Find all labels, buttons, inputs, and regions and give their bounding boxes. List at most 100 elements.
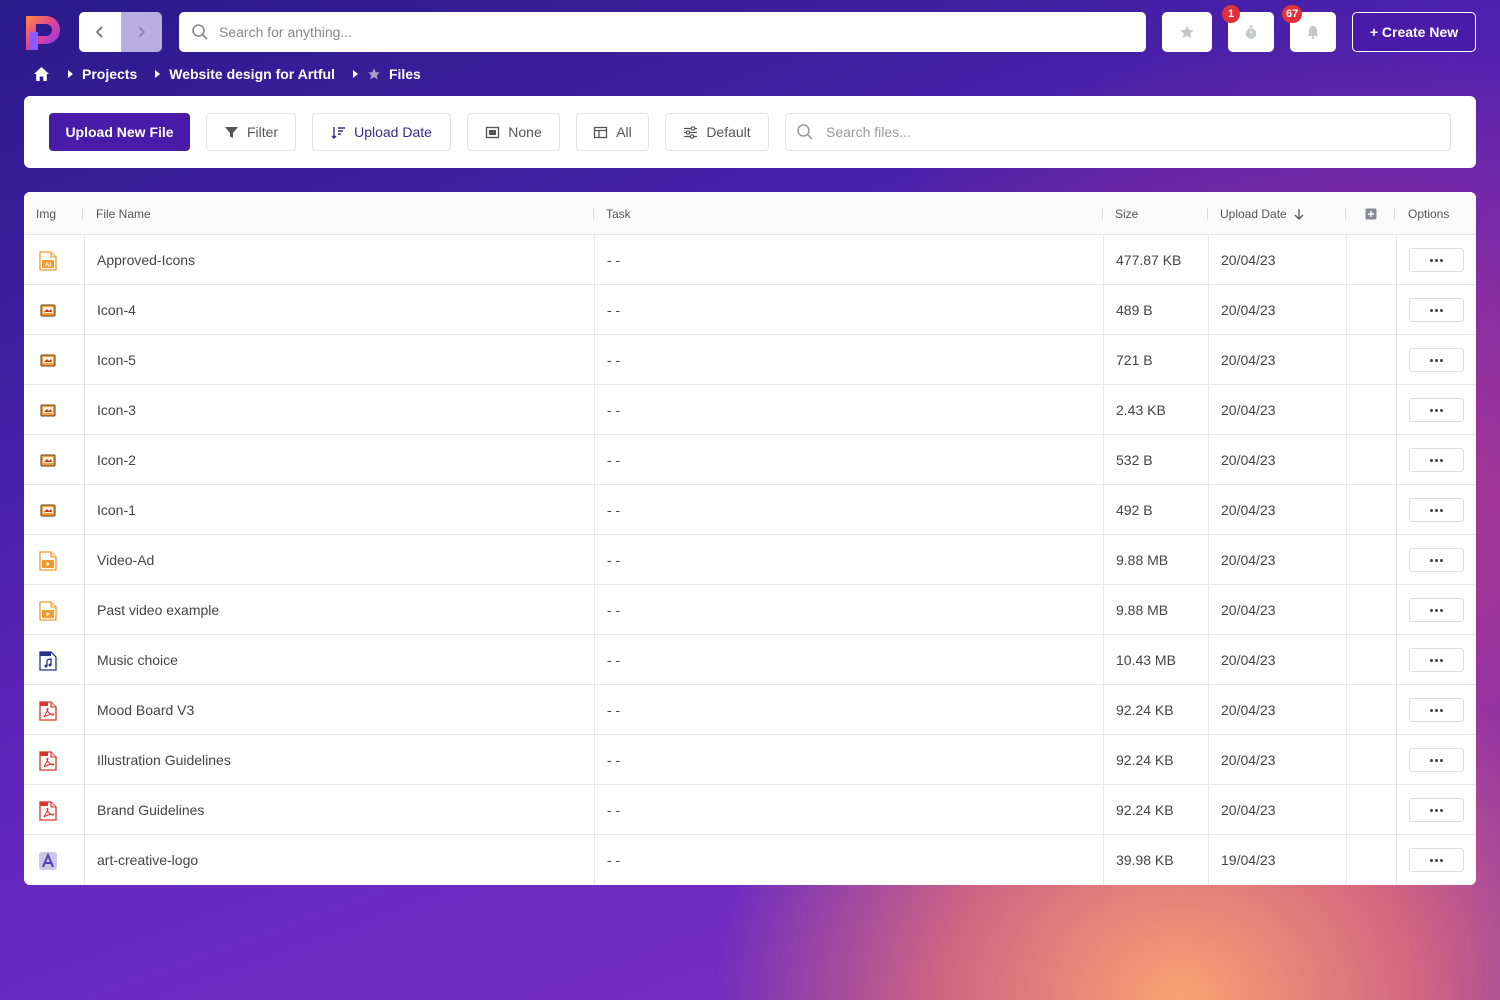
cell-divider (1208, 485, 1209, 535)
table-row[interactable]: Icon-2 - - 532 B 20/04/23 (24, 435, 1476, 485)
image-thumbnail-icon (39, 401, 57, 421)
file-name[interactable]: Past video example (97, 585, 219, 635)
audio-file-icon (39, 651, 57, 671)
table-row[interactable]: Music choice - - 10.43 MB 20/04/23 (24, 635, 1476, 685)
cell-divider (1396, 385, 1397, 435)
global-search[interactable] (179, 12, 1146, 52)
cell-divider (1346, 735, 1347, 785)
col-file-name[interactable]: File Name (96, 192, 151, 235)
file-name[interactable]: Icon-1 (97, 485, 136, 535)
add-column-button[interactable] (1365, 192, 1377, 235)
file-task: - - (607, 702, 621, 718)
file-name[interactable]: Icon-2 (97, 435, 136, 485)
breadcrumb-project[interactable]: Website design for Artful (169, 66, 335, 82)
file-name[interactable]: Video-Ad (97, 535, 154, 585)
file-name[interactable]: Approved-Icons (97, 235, 195, 285)
file-name[interactable]: Illustration Guidelines (97, 735, 231, 785)
cell-divider (84, 685, 85, 735)
table-row[interactable]: Mood Board V3 - - 92.24 KB 20/04/23 (24, 685, 1476, 735)
table-row[interactable]: Icon-1 - - 492 B 20/04/23 (24, 485, 1476, 535)
video-file-icon (39, 551, 57, 571)
row-options-button[interactable] (1409, 348, 1464, 372)
create-new-button[interactable]: + Create New (1352, 12, 1476, 52)
cell-divider (1103, 285, 1104, 335)
file-name[interactable]: Icon-3 (97, 385, 136, 435)
row-options-button[interactable] (1409, 248, 1464, 272)
row-options-button[interactable] (1409, 698, 1464, 722)
file-name[interactable]: Music choice (97, 635, 178, 685)
ellipsis-icon (1430, 758, 1443, 762)
cell-divider (1396, 235, 1397, 285)
file-search-input[interactable] (826, 124, 1426, 140)
table-row[interactable]: art-creative-logo - - 39.98 KB 19/04/23 (24, 835, 1476, 885)
row-options-button[interactable] (1409, 848, 1464, 872)
cell-divider (1103, 535, 1104, 585)
logo-thumbnail-icon (39, 851, 57, 871)
cell-divider (1396, 485, 1397, 535)
row-options-button[interactable] (1409, 298, 1464, 322)
timer-button[interactable]: 1 (1222, 5, 1274, 52)
history-nav (79, 12, 162, 52)
image-thumbnail-icon (39, 301, 57, 321)
file-upload-date: 20/04/23 (1221, 452, 1276, 468)
back-button[interactable] (79, 12, 121, 52)
table-row[interactable]: Icon-5 - - 721 B 20/04/23 (24, 335, 1476, 385)
group-icon (486, 126, 500, 138)
col-size[interactable]: Size (1115, 192, 1138, 235)
file-size: 39.98 KB (1116, 852, 1174, 868)
table-body: AI Approved-Icons - -477.87 KB 20/04/23 Icon… (24, 235, 1476, 885)
sort-button[interactable]: Upload Date (312, 113, 451, 151)
file-search[interactable] (785, 113, 1451, 151)
table-row[interactable]: Video-Ad - - 9.88 MB 20/04/23 (24, 535, 1476, 585)
notifications-badge: 67 (1282, 5, 1303, 23)
cell-divider (1396, 335, 1397, 385)
row-options-button[interactable] (1409, 498, 1464, 522)
file-upload-date: 20/04/23 (1221, 252, 1276, 268)
app-logo-icon[interactable] (22, 12, 64, 52)
notifications-button[interactable]: 67 (1282, 5, 1336, 52)
file-name[interactable]: Icon-4 (97, 285, 136, 335)
home-icon[interactable] (33, 66, 50, 82)
file-name[interactable]: Mood Board V3 (97, 685, 194, 735)
table-row[interactable]: Illustration Guidelines - - 92.24 KB 20/04/… (24, 735, 1476, 785)
file-name[interactable]: Brand Guidelines (97, 785, 204, 835)
col-img[interactable]: Img (36, 192, 56, 235)
file-name[interactable]: art-creative-logo (97, 835, 198, 885)
file-name[interactable]: Icon-5 (97, 335, 136, 385)
cell-divider (1103, 735, 1104, 785)
cell-divider (1208, 635, 1209, 685)
group-button[interactable]: None (467, 113, 560, 151)
row-options-button[interactable] (1409, 548, 1464, 572)
col-upload-date[interactable]: Upload Date (1220, 192, 1305, 235)
star-icon[interactable] (367, 67, 381, 81)
cell-divider (1208, 285, 1209, 335)
row-options-button[interactable] (1409, 798, 1464, 822)
row-options-button[interactable] (1409, 398, 1464, 422)
view-button[interactable]: Default (665, 113, 769, 151)
file-upload-date: 20/04/23 (1221, 302, 1276, 318)
cell-divider (84, 385, 85, 435)
table-row[interactable]: Icon-4 - - 489 B 20/04/23 (24, 285, 1476, 335)
table-row[interactable]: Icon-3 - - 2.43 KB 20/04/23 (24, 385, 1476, 435)
upload-new-file-button[interactable]: Upload New File (49, 113, 190, 151)
row-options-button[interactable] (1409, 598, 1464, 622)
file-size: 92.24 KB (1116, 802, 1174, 818)
col-task[interactable]: Task (606, 192, 631, 235)
cell-divider (1346, 635, 1347, 685)
columns-button[interactable]: All (576, 113, 649, 151)
cell-divider (1346, 485, 1347, 535)
forward-button[interactable] (120, 12, 162, 52)
table-row[interactable]: Brand Guidelines - - 92.24 KB 20/04/23 (24, 785, 1476, 835)
table-row[interactable]: AI Approved-Icons - - 477.87 KB 20/04/23 (24, 235, 1476, 285)
favorites-button[interactable] (1162, 12, 1212, 52)
row-options-button[interactable] (1409, 648, 1464, 672)
columns-icon (594, 126, 608, 138)
filter-button[interactable]: Filter (206, 113, 296, 151)
arrow-down-icon (1294, 208, 1304, 220)
table-row[interactable]: Past video example - - 9.88 MB 20/04/23 (24, 585, 1476, 635)
row-options-button[interactable] (1409, 448, 1464, 472)
global-search-input[interactable] (219, 24, 1119, 40)
breadcrumb-projects[interactable]: Projects (82, 66, 137, 82)
image-thumbnail-icon (39, 451, 57, 471)
row-options-button[interactable] (1409, 748, 1464, 772)
